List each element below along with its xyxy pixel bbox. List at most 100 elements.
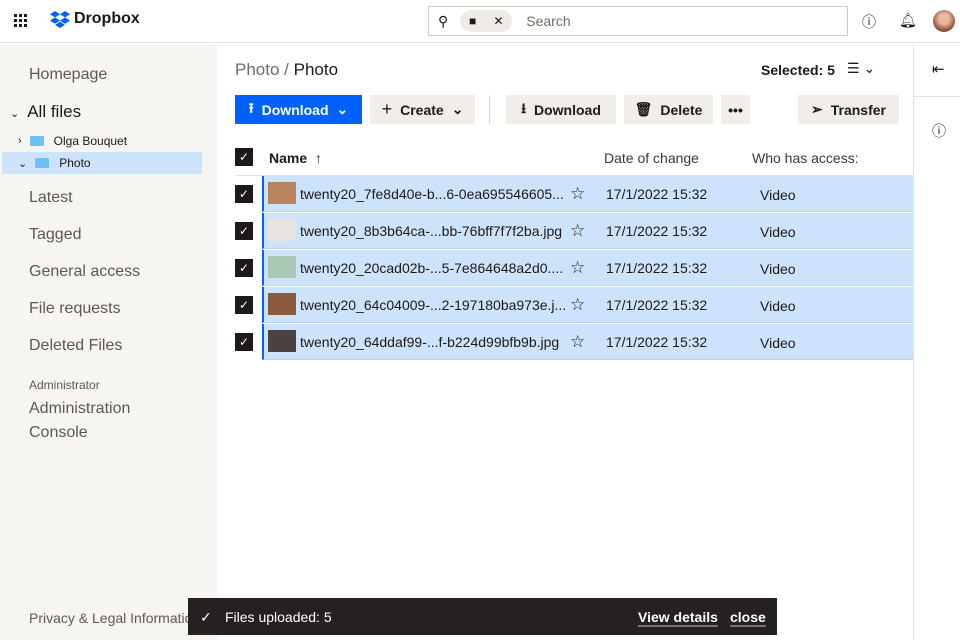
upload-label: Download: [261, 101, 329, 118]
file-name[interactable]: twenty20_64c04009-...2-197180ba973e.j...: [300, 297, 566, 313]
select-all-checkbox[interactable]: ✓: [235, 148, 253, 166]
table-row[interactable]: twenty20_8b3b64ca-...bb-76bff7f7f2ba.jpg…: [262, 213, 913, 249]
file-name[interactable]: twenty20_64ddaf99-...f-b224d99bfb9b.jpg: [300, 334, 559, 350]
create-button[interactable]: + Create ⌄: [370, 95, 475, 124]
file-thumbnail: [268, 256, 296, 278]
logo-text: Dropbox: [74, 10, 140, 27]
sidebar-item-homepage[interactable]: Homepage: [29, 66, 107, 84]
toolbar-divider: [489, 95, 490, 124]
info-icon[interactable]: ⓘ: [932, 121, 946, 141]
sidebar-item-deleted-files[interactable]: Deleted Files: [29, 337, 122, 355]
view-options-icon[interactable]: ☰ ⌄: [847, 60, 875, 77]
app-grid-icon[interactable]: [14, 14, 28, 28]
sidebar-item-tagged[interactable]: Tagged: [29, 226, 82, 244]
upload-button[interactable]: ⭱ Download ⌄: [235, 95, 362, 124]
help-icon[interactable]: ⓘ: [862, 12, 876, 32]
sidebar: Homepage ⌄ All files › Olga Bouquet ⌄ Photo…: [0, 44, 217, 640]
search-input[interactable]: Search: [526, 13, 570, 29]
file-name[interactable]: twenty20_7fe8d40e-b...6-0ea695546605...: [300, 186, 564, 202]
star-icon[interactable]: ☆: [570, 184, 585, 204]
file-access: Video: [760, 261, 796, 277]
file-name[interactable]: twenty20_20cad02b-...5-7e864648a2d0....: [300, 260, 563, 276]
table-header: ✓ Name ↑ Date of change Who has access:: [235, 140, 913, 176]
dropbox-logo[interactable]: Dropbox: [50, 10, 140, 28]
table-row[interactable]: twenty20_64ddaf99-...f-b224d99bfb9b.jpg …: [262, 324, 913, 360]
dropbox-icon: [50, 10, 70, 28]
avatar[interactable]: [933, 10, 955, 32]
delete-button[interactable]: 🗑︎ Delete: [624, 95, 713, 124]
table-row[interactable]: twenty20_7fe8d40e-b...6-0ea695546605... …: [262, 176, 913, 212]
table-row[interactable]: twenty20_64c04009-...2-197180ba973e.j...…: [262, 287, 913, 323]
row-checkbox[interactable]: ✓: [235, 333, 253, 351]
top-bar: Dropbox ⚲ ■ ✕ Search ⓘ 🔔︎: [0, 0, 960, 43]
tree-item-olga-bouquet[interactable]: › Olga Bouquet: [2, 130, 202, 152]
upload-toast: ✓ Files uploaded: 5 View details close: [188, 598, 777, 635]
selected-count: Selected: 5: [761, 62, 835, 78]
file-thumbnail: [268, 182, 296, 204]
row-checkbox[interactable]: ✓: [235, 259, 253, 277]
tree-label: Photo: [59, 156, 91, 170]
download-button[interactable]: ⭳ Download: [506, 95, 616, 124]
file-date: 17/1/2022 15:32: [606, 223, 708, 239]
chevron-right-icon: ›: [18, 135, 22, 147]
download-label: Download: [534, 101, 601, 118]
column-access[interactable]: Who has access:: [752, 150, 859, 166]
star-icon[interactable]: ☆: [570, 221, 585, 241]
file-thumbnail: [268, 293, 296, 315]
column-name[interactable]: Name ↑: [269, 150, 322, 166]
chevron-down-icon: ⌄: [18, 157, 28, 170]
row-checkbox[interactable]: ✓: [235, 185, 253, 203]
star-icon[interactable]: ☆: [570, 295, 585, 315]
file-access: Video: [760, 187, 796, 203]
file-date: 17/1/2022 15:32: [606, 334, 708, 350]
send-icon: ➢: [811, 101, 823, 117]
privacy-link[interactable]: Privacy & Legal Information: [29, 610, 200, 626]
all-files-label: All files: [27, 102, 82, 121]
breadcrumb: Photo / Photo: [235, 60, 338, 80]
table-row[interactable]: twenty20_20cad02b-...5-7e864648a2d0.... …: [262, 250, 913, 286]
download-icon: ⭳: [521, 99, 526, 116]
file-access: Video: [760, 335, 796, 351]
row-checkbox[interactable]: ✓: [235, 296, 253, 314]
star-icon[interactable]: ☆: [570, 258, 585, 278]
main-content: Photo / Photo Selected: 5 ☰ ⌄ ⭱ Download ⌄…: [218, 44, 913, 640]
sidebar-item-latest[interactable]: Latest: [29, 189, 73, 207]
folder-icon: [29, 136, 44, 146]
breadcrumb-current: Photo: [293, 60, 339, 79]
sidebar-item-admin-console[interactable]: Administration Console: [29, 400, 130, 442]
close-link[interactable]: close: [730, 609, 766, 627]
folder-filter-chip[interactable]: ■ ✕: [460, 10, 513, 32]
file-access: Video: [760, 298, 796, 314]
folder-icon: ■: [468, 14, 477, 28]
more-button[interactable]: •••: [721, 95, 750, 124]
chevron-down-icon: ⌄: [336, 101, 349, 117]
right-rail: ⇤ ⓘ: [913, 44, 960, 640]
collapse-panel-icon[interactable]: ⇤: [932, 60, 945, 78]
transfer-button[interactable]: ➢ Transfer: [798, 95, 899, 124]
column-date[interactable]: Date of change: [604, 150, 699, 166]
sidebar-item-general-access[interactable]: General access: [29, 263, 140, 281]
file-date: 17/1/2022 15:32: [606, 297, 708, 313]
upload-icon: ⭱: [248, 99, 254, 116]
view-details-link[interactable]: View details: [638, 609, 718, 627]
clear-filter-icon[interactable]: ✕: [494, 14, 504, 28]
folder-icon: [35, 158, 50, 168]
star-icon[interactable]: ☆: [570, 332, 585, 352]
file-access: Video: [760, 224, 796, 240]
sidebar-item-file-requests[interactable]: File requests: [29, 300, 121, 318]
row-checkbox[interactable]: ✓: [235, 222, 253, 240]
chevron-down-icon: ⌄: [10, 108, 20, 120]
search-bar[interactable]: ⚲ ■ ✕ Search: [428, 6, 848, 36]
trash-icon: 🗑︎: [634, 101, 653, 117]
column-name-label: Name: [269, 150, 308, 166]
sidebar-item-all-files[interactable]: ⌄ All files: [10, 102, 81, 122]
breadcrumb-parent[interactable]: Photo: [235, 60, 279, 79]
tree-item-photo[interactable]: ⌄ Photo: [2, 152, 202, 174]
bell-icon[interactable]: 🔔︎: [899, 12, 917, 29]
file-date: 17/1/2022 15:32: [606, 186, 708, 202]
search-icon: ⚲: [438, 12, 449, 29]
rail-divider: [914, 96, 960, 97]
file-thumbnail: [268, 219, 296, 241]
file-name[interactable]: twenty20_8b3b64ca-...bb-76bff7f7f2ba.jpg: [300, 223, 562, 239]
admin-line2: Console: [29, 424, 88, 441]
